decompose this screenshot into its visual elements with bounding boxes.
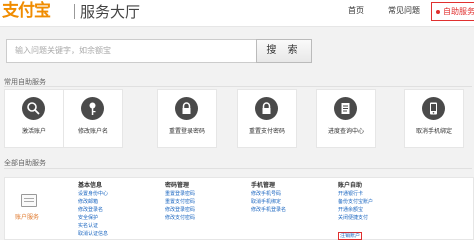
service-link[interactable]: 安全保护 — [78, 214, 108, 222]
service-link[interactable]: 取消手机绑定 — [251, 198, 286, 206]
column-heading: 基本信息 — [78, 182, 103, 189]
service-link[interactable]: 开通银行卡 — [338, 190, 373, 198]
column-account-self-service: 账户自助 开通银行卡 备份支付宝账户 开通余额宝 关闭便捷支付 注销账户 — [338, 182, 373, 240]
service-link[interactable]: 修改邮箱 — [78, 198, 108, 206]
nav-faq-link[interactable]: 常见问题 — [388, 4, 420, 18]
service-link[interactable]: 修改手机登录名 — [251, 206, 286, 214]
nav-home-link[interactable]: 首页 — [348, 4, 364, 18]
section-divider — [4, 168, 472, 169]
service-card-label: 重置登录密码 — [168, 128, 205, 135]
service-card-label: 修改账户名 — [77, 128, 108, 135]
service-card-reset-payment-password[interactable]: 重置支付密码 — [237, 89, 297, 148]
service-card-activate-account[interactable]: 激活账户 — [4, 89, 64, 148]
phone-icon — [422, 97, 445, 120]
column-basic-info: 基本信息 设置身份中心 修改邮箱 修改登录名 安全保护 实名认证 取消认证信息 — [78, 182, 108, 238]
service-link[interactable]: 开通余额宝 — [338, 206, 373, 214]
service-link[interactable]: 修改支付密码 — [165, 214, 195, 222]
account-card-icon — [21, 194, 37, 207]
service-link[interactable]: 重置支付密码 — [165, 198, 195, 206]
site-title: 服务大厅 — [80, 3, 141, 21]
service-card-change-account-name[interactable]: 修改账户名 — [63, 89, 123, 148]
nav-self-service-link[interactable]: 自助服务 — [431, 2, 474, 21]
all-services-panel: 账户服务 基本信息 设置身份中心 修改邮箱 修改登录名 安全保护 实名认证 取消… — [4, 177, 474, 240]
column-phone-management: 手机管理 修改手机号码 取消手机绑定 修改手机登录名 — [251, 182, 286, 214]
service-card-progress-center[interactable]: 进度查询中心 — [316, 89, 376, 148]
service-link[interactable]: 修改登录名 — [78, 206, 108, 214]
alipay-logo[interactable]: 支付宝 — [2, 0, 51, 21]
service-link[interactable]: 备份支付宝账户 — [338, 198, 373, 206]
key-icon — [81, 97, 104, 120]
column-heading: 手机管理 — [251, 182, 276, 189]
column-password-management: 密码管理 重置登录密码 重置支付密码 修改登录密码 修改支付密码 — [165, 182, 195, 222]
service-link[interactable]: 取消认证信息 — [78, 230, 108, 238]
nav-self-service-label: 自助服务 — [443, 7, 474, 16]
service-link[interactable]: 设置身份中心 — [78, 190, 108, 198]
service-link[interactable]: 重置登录密码 — [165, 190, 195, 198]
service-link[interactable]: 修改登录密码 — [165, 206, 195, 214]
search-input[interactable]: 输入问题关键字，如余额宝 — [6, 39, 257, 63]
document-icon — [334, 97, 357, 120]
bullet-dot-icon — [436, 9, 440, 14]
service-card-label: 取消手机绑定 — [415, 128, 452, 135]
search-button[interactable]: 搜 索 — [256, 39, 312, 63]
close-account-link[interactable]: 注销账户 — [338, 232, 363, 240]
service-card-label: 重置支付密码 — [248, 128, 285, 135]
account-service-label[interactable]: 账户服务 — [15, 214, 39, 222]
service-card-reset-login-password[interactable]: 重置登录密码 — [157, 89, 217, 148]
all-services-title: 全部自助服务 — [4, 159, 46, 167]
magnifier-icon — [22, 97, 45, 120]
column-heading: 密码管理 — [165, 182, 190, 189]
logo-divider — [74, 4, 75, 19]
section-divider — [4, 86, 472, 87]
top-header: 支付宝 服务大厅 首页 常见问题 自助服务 — [0, 0, 474, 27]
service-link[interactable]: 实名认证 — [78, 222, 108, 230]
service-card-unbind-phone[interactable]: 取消手机绑定 — [404, 89, 464, 148]
service-card-label: 激活账户 — [21, 128, 46, 135]
column-heading: 账户自助 — [338, 182, 363, 189]
service-card-label: 进度查询中心 — [327, 128, 364, 135]
service-link[interactable]: 关闭便捷支付 — [338, 214, 373, 222]
lock-icon — [175, 97, 198, 120]
service-link[interactable]: 修改手机号码 — [251, 190, 286, 198]
lock-icon — [255, 97, 278, 120]
